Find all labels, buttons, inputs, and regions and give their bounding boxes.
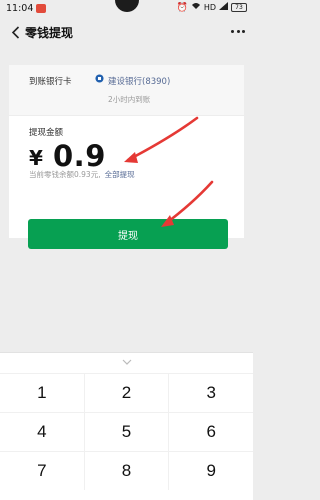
back-button[interactable] xyxy=(7,23,23,41)
amount-label: 提现金额 xyxy=(29,128,64,138)
currency-symbol: ¥ xyxy=(29,146,43,170)
amount-input[interactable]: 0.9 xyxy=(53,139,106,173)
arrival-time: 2小时内到账 xyxy=(108,95,151,104)
key-8[interactable]: 8 xyxy=(83,452,169,490)
wifi-icon xyxy=(191,2,201,13)
withdraw-button[interactable]: 提现 xyxy=(28,219,228,249)
key-9[interactable]: 9 xyxy=(168,452,253,490)
title-bar: 零钱提现 xyxy=(0,18,253,46)
balance-text: 当前零钱余额0.93元, xyxy=(29,170,101,179)
key-row: 1 2 3 xyxy=(0,373,253,412)
key-4[interactable]: 4 xyxy=(0,413,84,451)
key-2[interactable]: 2 xyxy=(83,374,169,412)
key-row: 7 8 9 xyxy=(0,451,253,490)
more-button[interactable] xyxy=(231,26,245,36)
key-7[interactable]: 7 xyxy=(0,452,84,490)
alarm-icon: ⏰ xyxy=(176,2,188,13)
ccb-bank-logo-icon xyxy=(95,74,104,83)
chevron-down-icon xyxy=(122,359,132,365)
withdraw-all-link[interactable]: 全部提现 xyxy=(105,170,135,179)
key-grid: 1 2 3 4 5 6 7 8 9 xyxy=(0,373,253,490)
key-3[interactable]: 3 xyxy=(168,374,253,412)
network-type: HD xyxy=(203,3,216,12)
bank-name: 建设银行(8390) xyxy=(108,77,171,87)
balance-line: 当前零钱余额0.93元, 全部提现 xyxy=(29,169,135,180)
key-5[interactable]: 5 xyxy=(83,413,169,451)
bank-card-section[interactable]: 到账银行卡 建设银行(8390) 2小时内到账 xyxy=(9,65,244,115)
key-6[interactable]: 6 xyxy=(168,413,253,451)
numeric-keypad: 1 2 3 4 5 6 7 8 9 xyxy=(0,352,253,500)
key-1[interactable]: 1 xyxy=(0,374,84,412)
status-indicators: ⏰ HD 73 xyxy=(177,2,247,13)
key-row: 4 5 6 xyxy=(0,412,253,451)
camera-notch xyxy=(115,0,139,12)
amount-card: 提现金额 ¥ 0.9 当前零钱余额0.93元, 全部提现 提现 xyxy=(9,116,244,249)
battery-indicator: 73 xyxy=(231,3,247,12)
page-title: 零钱提现 xyxy=(25,26,74,40)
notification-icon xyxy=(36,4,46,13)
more-dots-icon xyxy=(231,29,234,33)
status-time: 11:04 xyxy=(6,3,34,14)
status-bar: 11:04 ⏰ HD 73 xyxy=(0,0,253,18)
keypad-collapse-button[interactable] xyxy=(120,358,134,366)
chevron-left-icon xyxy=(11,25,19,39)
signal-icon xyxy=(219,2,228,13)
bank-card-label: 到账银行卡 xyxy=(29,77,72,87)
